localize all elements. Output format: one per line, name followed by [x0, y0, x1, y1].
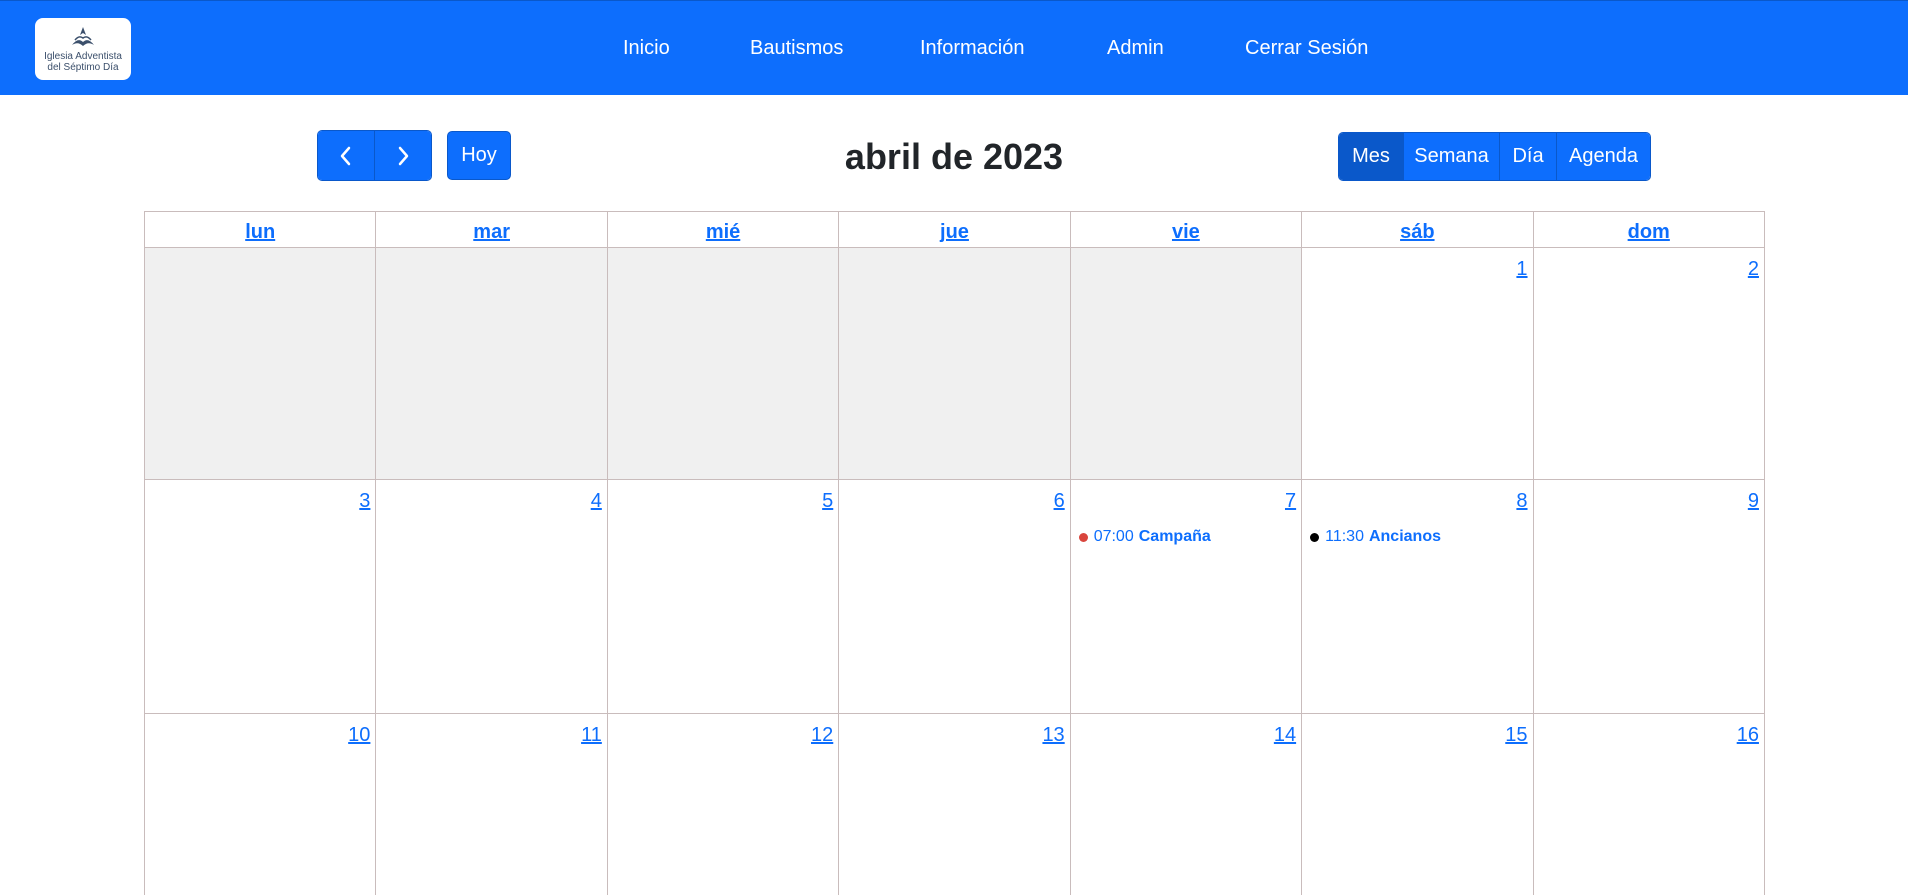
day-cell-1[interactable]: 1: [1301, 248, 1532, 479]
day-number[interactable]: 14: [1274, 724, 1296, 747]
view-agenda-button[interactable]: Agenda: [1556, 133, 1650, 180]
day-number[interactable]: 13: [1042, 724, 1064, 747]
event-title: Campaña: [1138, 528, 1211, 545]
nav-link-inicio[interactable]: Inicio: [623, 37, 670, 60]
calendar-event[interactable]: 11:30 Ancianos: [1310, 528, 1441, 546]
day-cell-16[interactable]: 16: [1532, 714, 1764, 895]
prev-button[interactable]: [318, 131, 374, 180]
day-number[interactable]: 7: [1285, 490, 1296, 513]
event-dot-black: [1310, 532, 1320, 542]
day-cell-9[interactable]: 9: [1532, 480, 1764, 713]
weekday-header-mie[interactable]: mié: [606, 212, 838, 247]
day-cell-12[interactable]: 12: [606, 714, 838, 895]
day-cell-empty[interactable]: [838, 248, 1070, 479]
day-cell-10[interactable]: 10: [145, 714, 375, 895]
navbar: Iglesia Adventista del Séptimo Día Inici…: [0, 0, 1908, 95]
day-cell-3[interactable]: 3: [145, 480, 375, 713]
day-number[interactable]: 16: [1737, 724, 1759, 747]
event-title: Ancianos: [1368, 528, 1441, 545]
weekday-header-dom[interactable]: dom: [1532, 212, 1764, 247]
day-cell-11[interactable]: 11: [375, 714, 606, 895]
day-cell-empty[interactable]: [145, 248, 376, 479]
prev-next-group: [317, 130, 432, 181]
day-cell-empty[interactable]: [606, 248, 839, 479]
day-cell-5[interactable]: 5: [606, 480, 838, 713]
view-month-button[interactable]: Mes: [1339, 133, 1403, 180]
day-number[interactable]: 4: [591, 490, 602, 513]
day-cell-15[interactable]: 15: [1301, 714, 1532, 895]
day-number[interactable]: 8: [1516, 490, 1527, 513]
weekday-header-mar[interactable]: mar: [375, 212, 606, 247]
weekday-header-jue[interactable]: jue: [838, 212, 1069, 247]
day-number[interactable]: 1: [1516, 258, 1527, 281]
day-cell-4[interactable]: 4: [375, 480, 606, 713]
event-time: 07:00: [1093, 528, 1134, 545]
event-time: 11:30: [1325, 528, 1364, 545]
day-number[interactable]: 3: [359, 490, 370, 513]
day-cell-2[interactable]: 2: [1532, 248, 1764, 479]
chevron-left-icon: [340, 146, 351, 165]
view-day-button[interactable]: Día: [1499, 133, 1556, 180]
chevron-right-icon: [398, 146, 409, 165]
today-button[interactable]: Hoy: [447, 131, 511, 180]
day-cell-13[interactable]: 13: [838, 714, 1069, 895]
day-cell-empty[interactable]: [1069, 248, 1302, 479]
weekday-header-lun[interactable]: lun: [145, 212, 375, 247]
week-row-3: 10 11 12 13 14 15 16: [144, 714, 1765, 895]
month-calendar: lun mar mié jue vie sáb dom 1 2 3 4 5 6: [144, 211, 1765, 895]
day-number[interactable]: 11: [581, 724, 602, 747]
week-row-1: 1 2: [144, 248, 1765, 480]
calendar-title: abril de 2023: [844, 136, 1064, 177]
nav-link-bautismos[interactable]: Bautismos: [750, 37, 843, 60]
nav-link-cerrar-sesion[interactable]: Cerrar Sesión: [1245, 37, 1368, 60]
weekday-header-vie[interactable]: vie: [1069, 212, 1301, 247]
day-cell-7[interactable]: 7 07:00 Campaña: [1069, 480, 1301, 713]
day-number[interactable]: 15: [1505, 724, 1527, 747]
nav-link-informacion[interactable]: Información: [920, 37, 1025, 60]
day-number[interactable]: 10: [348, 724, 370, 747]
week-row-2: 3 4 5 6 7 07:00 Campaña 8 11:30 Ancianos: [144, 480, 1765, 714]
event-dot-red: [1078, 532, 1088, 542]
nav-link-admin[interactable]: Admin: [1107, 37, 1164, 60]
weekday-header: lun mar mié jue vie sáb dom: [144, 211, 1765, 248]
day-cell-8[interactable]: 8 11:30 Ancianos: [1301, 480, 1532, 713]
view-switcher: Mes Semana Día Agenda: [1338, 132, 1651, 181]
view-week-button[interactable]: Semana: [1403, 133, 1499, 180]
day-cell-14[interactable]: 14: [1069, 714, 1301, 895]
day-cell-6[interactable]: 6: [838, 480, 1069, 713]
day-number[interactable]: 12: [811, 724, 833, 747]
day-number[interactable]: 6: [1054, 490, 1065, 513]
day-cell-empty[interactable]: [375, 248, 607, 479]
day-number[interactable]: 5: [822, 490, 833, 513]
next-button[interactable]: [374, 131, 431, 180]
day-number[interactable]: 9: [1748, 490, 1759, 513]
calendar-event[interactable]: 07:00 Campaña: [1078, 528, 1211, 546]
weekday-header-sab[interactable]: sáb: [1301, 212, 1532, 247]
day-number[interactable]: 2: [1748, 258, 1759, 281]
